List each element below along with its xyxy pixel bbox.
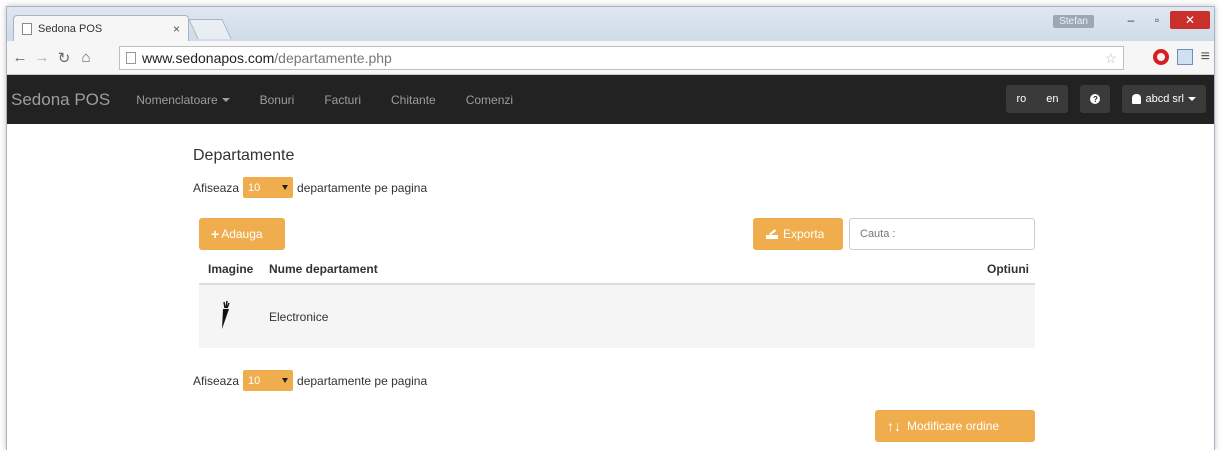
browser-toolbar: ← → ↻ ⌂ www.sedonapos.com/departamente.p… [7,41,1214,75]
per-page-top: Afiseaza 10 departamente pe pagina [193,177,427,198]
chevron-down-icon [1188,97,1196,101]
minimize-button[interactable]: – [1118,11,1144,29]
browser-tabbar: Sedona POS × Stefan – ▫ ✕ [7,7,1214,41]
help-icon: ? [1090,94,1101,104]
add-button-label: Adauga [221,227,263,241]
header-options: Optiuni [987,262,1029,276]
per-page-select[interactable]: 10 [243,370,294,391]
forward-icon[interactable]: → [33,49,51,66]
plus-icon: + [211,226,220,242]
window-controls: – ▫ ✕ [1118,11,1210,29]
table-header: Imagine Nume departament Optiuni [199,255,1035,285]
per-page-value: 10 [248,181,261,194]
reorder-button-label: Modificare ordine [907,419,1000,433]
nav-nomenclatoare-label: Nomenclatoare [136,92,218,107]
per-page-bottom: Afiseaza 10 departamente pe pagina [193,370,427,391]
reorder-button[interactable]: ↑↓ Modificare ordine [875,410,1035,442]
header-name: Nume departament [269,262,378,276]
add-button[interactable]: + Adauga [199,218,285,250]
nav-facturi[interactable]: Facturi [324,93,361,107]
page-title: Departamente [193,147,295,164]
export-button[interactable]: Exporta [753,218,843,250]
address-bar[interactable]: www.sedonapos.com/departamente.php ☆ [119,46,1124,70]
browser-menu-icon[interactable]: ≡ [1201,48,1210,66]
nav-chitante[interactable]: Chitante [391,93,436,107]
new-tab-button[interactable] [188,19,232,39]
tab-close-icon[interactable]: × [173,22,180,36]
search-input[interactable] [849,218,1035,250]
per-page-select[interactable]: 10 [243,177,294,198]
close-window-button[interactable]: ✕ [1170,11,1210,29]
per-page-value: 10 [248,374,261,387]
per-page-suffix: departamente pe pagina [297,373,428,388]
opera-extension-icon[interactable] [1152,49,1169,65]
lang-ro-button[interactable]: ro [1006,93,1036,105]
brand[interactable]: Sedona POS [11,90,110,110]
nav-nomenclatoare[interactable]: Nomenclatoare [136,92,230,107]
carrot-icon [222,300,230,329]
page-icon [126,52,136,64]
dropdown-arrow-icon [282,185,289,190]
navbar-right: ro en ? abcd srl [1006,85,1206,113]
dropdown-arrow-icon [282,378,289,383]
browser-user-chip[interactable]: Stefan [1053,15,1094,28]
lang-en-button[interactable]: en [1036,93,1068,105]
user-name: abcd srl [1145,93,1184,105]
nav-bonuri[interactable]: Bonuri [260,93,295,107]
departments-table: Imagine Nume departament Optiuni Electro… [199,255,1035,348]
row-name: Electronice [269,309,329,324]
browser-tab[interactable]: Sedona POS × [13,15,189,41]
per-page-suffix: departamente pe pagina [297,180,428,195]
language-switch: ro en [1006,85,1069,113]
back-icon[interactable]: ← [11,49,29,66]
reload-icon[interactable]: ↻ [55,49,73,67]
url-host: www.sedonapos.com [142,50,275,66]
home-icon[interactable]: ⌂ [77,49,95,66]
extension-icon[interactable] [1176,49,1193,65]
row-image-cell [199,300,269,333]
browser-window: Sedona POS × Stefan – ▫ ✕ ← → ↻ ⌂ www.se… [6,6,1215,450]
per-page-label: Afiseaza [193,180,240,195]
header-image: Imagine [208,262,254,276]
chevron-down-icon [221,98,230,103]
tab-title: Sedona POS [38,22,103,35]
per-page-label: Afiseaza [193,373,240,388]
sort-arrows-icon: ↑↓ [887,418,901,434]
url-path: /departamente.php [274,50,392,66]
page-icon [22,22,32,35]
user-icon [1132,94,1142,104]
app-navbar: Sedona POS Nomenclatoare Bonuri Facturi … [7,75,1214,124]
nav-comenzi[interactable]: Comenzi [466,93,513,107]
table-row[interactable]: Electronice [199,285,1035,348]
help-button[interactable]: ? [1080,85,1111,113]
export-icon [766,229,778,239]
bookmark-star-icon[interactable]: ☆ [1104,50,1117,67]
extension-icons: ≡ [1152,48,1210,66]
maximize-button[interactable]: ▫ [1144,11,1170,29]
user-menu-button[interactable]: abcd srl [1122,85,1206,113]
export-button-label: Exporta [783,227,825,241]
